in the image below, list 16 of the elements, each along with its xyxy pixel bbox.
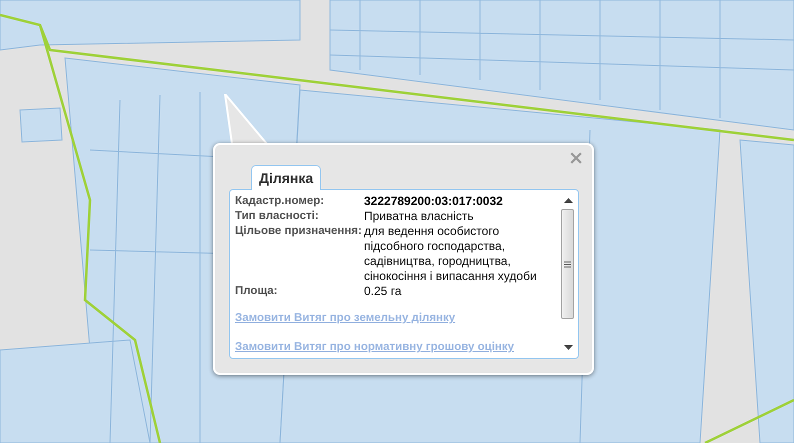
field-label: Кадастр.номер: <box>235 194 326 209</box>
close-button[interactable]: × <box>568 149 584 167</box>
field-value: 3222789200:03:017:0032 <box>364 194 504 209</box>
tab[interactable]: Ділянка <box>251 165 322 190</box>
grip-icon <box>564 260 571 268</box>
field-label: Цільове призначення: <box>235 224 363 239</box>
field-label: Площа: <box>235 284 279 299</box>
field-value: Приватна власність <box>364 209 475 224</box>
up-arrow-icon[interactable] <box>564 198 572 203</box>
field-value: для ведення особистого підсобного господарства, садівництва, городництва, сінокосіння і випасання худоби <box>364 224 538 284</box>
order-link[interactable]: Замовити Витяг про нормативну грошову оцінку <box>235 340 514 355</box>
field-value: 0.25 га <box>364 284 402 299</box>
field-label: Тип власності: <box>235 209 320 224</box>
order-link[interactable]: Замовити Витяг про земельну ділянку <box>235 311 456 326</box>
down-arrow-icon[interactable] <box>564 345 572 350</box>
scrollbar-thumb[interactable] <box>561 209 574 319</box>
